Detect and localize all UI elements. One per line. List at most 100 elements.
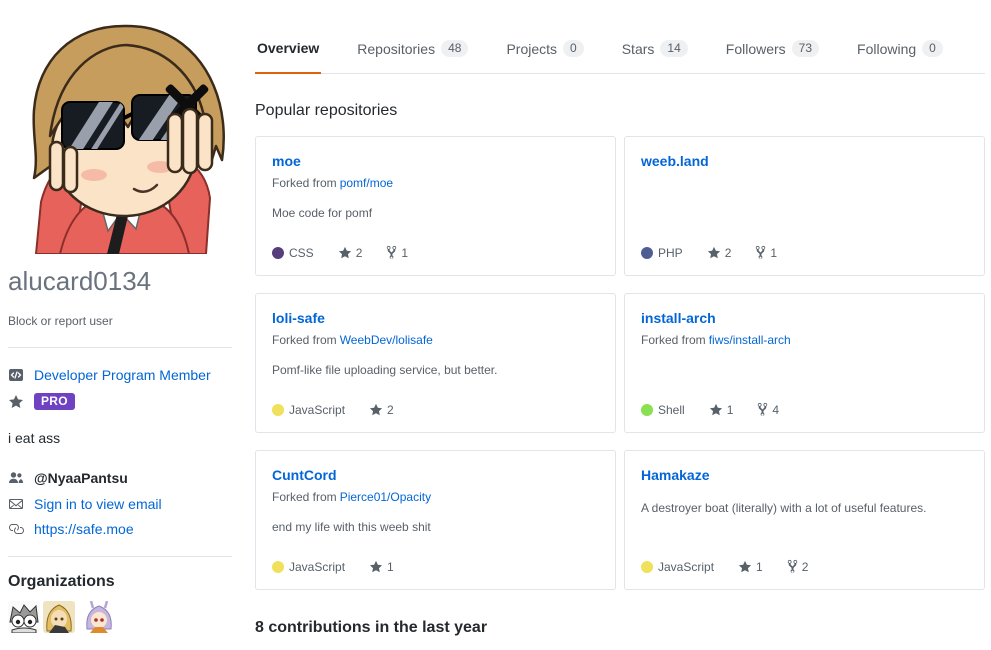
language-color-dot <box>272 404 284 416</box>
repo-name-link[interactable]: CuntCord <box>272 467 337 483</box>
repo-stars[interactable]: 2 <box>707 246 731 260</box>
profile-avatar[interactable] <box>8 14 232 255</box>
developer-program-row: Developer Program Member <box>8 367 211 383</box>
mail-icon <box>8 496 24 512</box>
forked-from-prefix: Forked from <box>272 333 337 347</box>
repo-language: Shell <box>641 403 685 417</box>
org-avatar-blonde[interactable] <box>43 601 75 633</box>
star-icon <box>369 560 383 573</box>
sidebar-divider <box>8 556 232 557</box>
repo-stars[interactable]: 2 <box>369 403 394 417</box>
repo-meta: PHP 2 1 <box>641 245 801 260</box>
repo-name-link[interactable]: loli-safe <box>272 310 325 326</box>
forked-from-link[interactable]: WeebDev/lolisafe <box>340 333 433 347</box>
language-label: Shell <box>658 402 685 417</box>
tab-projects[interactable]: Projects 0 <box>504 40 585 73</box>
repo-description: Moe code for pomf <box>272 206 373 220</box>
sidebar-divider <box>8 347 232 348</box>
pro-badge: PRO <box>34 393 75 410</box>
profile-tab-nav: Overview Repositories 48 Projects 0 Star… <box>255 40 985 74</box>
developer-program-icon <box>8 367 24 383</box>
star-icon <box>369 403 383 416</box>
repo-card-hamakaze: Hamakaze Forked from A destroyer boat (l… <box>624 450 985 590</box>
repo-language: CSS <box>272 246 314 260</box>
tab-overview[interactable]: Overview <box>255 40 322 74</box>
language-label: JavaScript <box>658 559 715 574</box>
repo-language: JavaScript <box>272 403 345 417</box>
star-icon <box>709 403 722 415</box>
repo-card-install-arch: install-arch Forked from fiws/install-arc… <box>624 293 985 433</box>
forked-from-prefix: Forked from <box>641 333 706 347</box>
website-row: https://safe.moe <box>8 521 134 537</box>
profile-username: alucard0134 <box>8 266 152 296</box>
repo-language: JavaScript <box>641 560 714 574</box>
repo-stars[interactable]: 1 <box>738 560 763 574</box>
repo-name-link[interactable]: moe <box>272 153 301 169</box>
language-label: JavaScript <box>289 403 346 417</box>
git-fork-icon <box>758 402 768 417</box>
link-icon <box>8 521 24 537</box>
repo-name-link[interactable]: weeb.land <box>641 153 709 169</box>
repo-description: end my life with this weeb shit <box>272 520 431 534</box>
profile-bio: i eat ass <box>8 430 61 446</box>
developer-program-link[interactable]: Developer Program Member <box>34 367 211 383</box>
repo-stars[interactable]: 1 <box>709 403 733 417</box>
repo-language: JavaScript <box>272 560 345 574</box>
repo-language: PHP <box>641 246 683 260</box>
repo-forked-from: Forked from fiws/install-arch <box>641 333 968 347</box>
profile-main: Popular repositories moe Forked from pomf… <box>255 102 985 637</box>
avatar-illustration <box>32 24 225 255</box>
repo-forked-from: Forked from Pierce01/Opacity <box>272 490 599 504</box>
forked-from-prefix: Forked from <box>272 176 337 190</box>
block-report-link[interactable]: Block or report user <box>8 314 113 328</box>
repo-forks[interactable]: 4 <box>757 402 779 417</box>
star-icon <box>707 246 720 258</box>
organization-handle-row: @NyaaPantsu <box>8 470 128 486</box>
language-color-dot <box>641 403 653 416</box>
tab-counter: 73 <box>791 40 820 57</box>
popular-repositories-grid: moe Forked from pomf/moe Moe code for pom… <box>255 136 985 590</box>
language-label: JavaScript <box>289 560 346 574</box>
repo-card-cuntcord: CuntCord Forked from Pierce01/Opacity end… <box>255 450 616 590</box>
sign-in-to-view-email-link[interactable]: Sign in to view email <box>34 496 162 512</box>
tab-stars[interactable]: Stars 14 <box>620 40 690 73</box>
repo-description: A destroyer boat (literally) with a lot … <box>641 501 927 515</box>
repo-name-link[interactable]: install-arch <box>641 310 716 326</box>
website-link[interactable]: https://safe.moe <box>34 521 134 537</box>
tab-followers[interactable]: Followers 73 <box>724 40 821 73</box>
repo-forks[interactable]: 1 <box>755 245 777 260</box>
git-fork-icon <box>787 559 797 574</box>
repo-meta: JavaScript 1 <box>272 560 418 574</box>
organization-handle: @NyaaPantsu <box>34 470 128 486</box>
repo-name-link[interactable]: Hamakaze <box>641 467 710 483</box>
forked-from-link[interactable]: fiws/install-arch <box>709 333 791 347</box>
email-row: Sign in to view email <box>8 496 162 512</box>
organization-avatars <box>8 601 118 633</box>
git-fork-icon <box>387 245 397 260</box>
repo-stars[interactable]: 2 <box>338 246 362 260</box>
repo-card-loli-safe: loli-safe Forked from WeebDev/lolisafe Po… <box>255 293 616 433</box>
people-icon <box>8 470 24 486</box>
repo-card-weeb-land: weeb.land Forked from PHP 2 1 <box>624 136 985 276</box>
repo-stars[interactable]: 1 <box>369 560 394 574</box>
repo-forks[interactable]: 2 <box>787 559 808 574</box>
repo-forked-from: Forked from WeebDev/lolisafe <box>272 333 599 347</box>
forked-from-link[interactable]: pomf/moe <box>340 176 393 190</box>
repo-meta: CSS 2 1 <box>272 245 432 260</box>
contributions-title: 8 contributions in the last year <box>255 619 488 636</box>
language-color-dot <box>272 246 284 259</box>
popular-repositories-title: Popular repositories <box>255 102 398 119</box>
star-icon <box>338 246 351 258</box>
tab-following[interactable]: Following 0 <box>855 40 945 73</box>
org-avatar-cat[interactable] <box>8 601 40 633</box>
star-icon <box>738 560 752 572</box>
repo-forks[interactable]: 1 <box>386 245 408 260</box>
tab-repositories[interactable]: Repositories 48 <box>355 40 470 73</box>
star-icon <box>8 394 24 410</box>
forked-from-link[interactable]: Pierce01/Opacity <box>340 490 431 504</box>
org-avatar-purple-hair[interactable] <box>83 601 115 633</box>
language-color-dot <box>641 560 653 573</box>
tab-counter: 48 <box>441 40 469 57</box>
repo-meta: JavaScript 1 2 <box>641 559 832 574</box>
organizations-title: Organizations <box>8 573 115 590</box>
